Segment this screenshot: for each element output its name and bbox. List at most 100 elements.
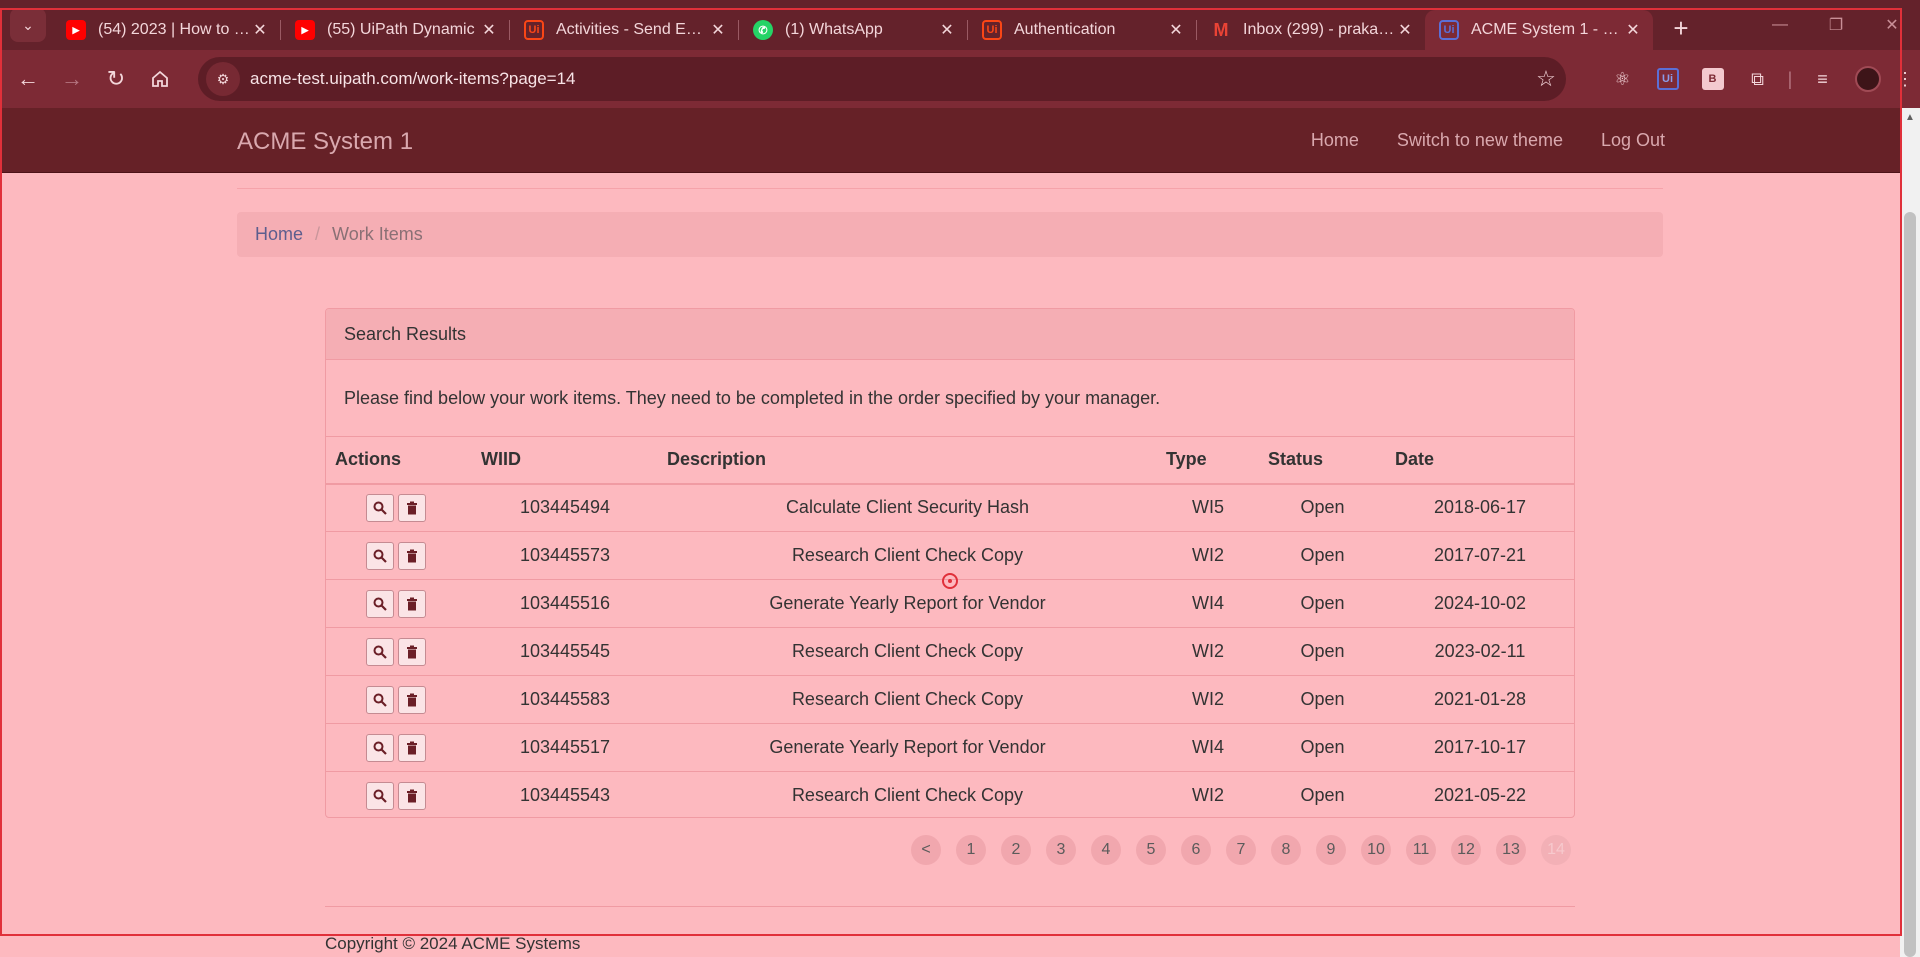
cell-wiid: 103445545: [472, 627, 658, 676]
delete-item-button[interactable]: [398, 493, 426, 522]
pagination-prev-button[interactable]: <: [911, 835, 941, 865]
delete-item-button[interactable]: [398, 541, 426, 570]
trash-icon: [405, 597, 419, 611]
tab-close-icon[interactable]: ✕: [937, 20, 957, 40]
nav-home-link[interactable]: Home: [1311, 130, 1359, 151]
cell-type: WI2: [1157, 771, 1259, 820]
home-icon: [152, 70, 168, 87]
header-type: Type: [1157, 436, 1259, 485]
breadcrumb-separator: /: [315, 224, 321, 244]
pagination-page-13[interactable]: 13: [1496, 835, 1526, 865]
cell-description: Research Client Check Copy: [658, 531, 1157, 580]
delete-item-button[interactable]: [398, 733, 426, 762]
whatsapp-icon: ✆: [753, 20, 773, 40]
browser-tab[interactable]: ✆ (1) WhatsApp ✕: [739, 10, 967, 50]
browser-tab[interactable]: Ui Activities - Send Ema ✕: [510, 10, 738, 50]
tab-search-button[interactable]: ⌄: [10, 8, 46, 42]
tab-title: Inbox (299) - prakash: [1243, 21, 1395, 38]
browser-tab[interactable]: Ui Authentication ✕: [968, 10, 1196, 50]
pagination-page-5[interactable]: 5: [1136, 835, 1166, 865]
tab-close-icon[interactable]: ✕: [1623, 20, 1643, 40]
pagination-page-3[interactable]: 3: [1046, 835, 1076, 865]
pagination-page-10[interactable]: 10: [1361, 835, 1391, 865]
address-bar[interactable]: ⚙ acme-test.uipath.com/work-items?page=1…: [198, 57, 1566, 101]
uipath-icon: Ui: [1439, 20, 1459, 40]
browser-tab[interactable]: ▶ (55) UiPath Dynamic ✕: [281, 10, 509, 50]
browser-tab[interactable]: Ui ACME System 1 - Wo ✕: [1425, 10, 1653, 50]
kebab-menu-icon[interactable]: ⋮: [1890, 69, 1920, 90]
pagination-page-8[interactable]: 8: [1271, 835, 1301, 865]
forward-button[interactable]: →: [50, 57, 94, 101]
pagination-page-12[interactable]: 12: [1451, 835, 1481, 865]
search-results-panel: Search Results Please find below your wo…: [325, 308, 1575, 820]
search-icon: [373, 741, 387, 755]
site-settings-icon[interactable]: ⚙: [206, 62, 240, 96]
reload-button[interactable]: ↻: [94, 57, 138, 101]
view-item-button[interactable]: [366, 637, 394, 666]
tab-close-icon[interactable]: ✕: [479, 20, 499, 40]
delete-item-button[interactable]: [398, 637, 426, 666]
view-item-button[interactable]: [366, 733, 394, 762]
page-scrollbar[interactable]: ▲: [1900, 108, 1920, 957]
row-actions: [326, 627, 472, 676]
row-actions: [326, 483, 472, 532]
scrollbar-thumb[interactable]: [1904, 212, 1916, 957]
trash-icon: [405, 549, 419, 563]
uipath-extension-icon[interactable]: Ui: [1645, 68, 1690, 90]
delete-item-button[interactable]: [398, 589, 426, 618]
cell-wiid: 103445573: [472, 531, 658, 580]
extensions-puzzle-icon[interactable]: ⧉: [1735, 69, 1780, 90]
browser-tab[interactable]: M Inbox (299) - prakash ✕: [1197, 10, 1425, 50]
bookmark-star-icon[interactable]: ☆: [1526, 66, 1566, 92]
cell-wiid: 103445517: [472, 723, 658, 772]
minimize-icon[interactable]: —: [1752, 0, 1808, 50]
pagination-page-7[interactable]: 7: [1226, 835, 1256, 865]
pagination-page-2[interactable]: 2: [1001, 835, 1031, 865]
b-extension-icon[interactable]: B: [1690, 68, 1735, 90]
tab-close-icon[interactable]: ✕: [708, 20, 728, 40]
delete-item-button[interactable]: [398, 685, 426, 714]
youtube-icon: ▶: [295, 20, 315, 40]
reload-icon: ↻: [106, 66, 126, 91]
chevron-down-icon: ⌄: [22, 16, 34, 33]
delete-item-button[interactable]: [398, 781, 426, 810]
view-item-button[interactable]: [366, 493, 394, 522]
pagination-page-9[interactable]: 9: [1316, 835, 1346, 865]
nav-switch-theme-link[interactable]: Switch to new theme: [1397, 130, 1563, 151]
tab-close-icon[interactable]: ✕: [1395, 20, 1415, 40]
view-item-button[interactable]: [366, 685, 394, 714]
scroll-up-icon[interactable]: ▲: [1904, 112, 1916, 123]
pagination-page-4[interactable]: 4: [1091, 835, 1121, 865]
view-item-button[interactable]: [366, 541, 394, 570]
close-window-icon[interactable]: ✕: [1864, 0, 1920, 50]
trash-icon: [405, 501, 419, 515]
search-icon: [373, 693, 387, 707]
pagination-page-6[interactable]: 6: [1181, 835, 1211, 865]
home-button[interactable]: [138, 57, 182, 101]
pagination-page-11[interactable]: 11: [1406, 835, 1436, 865]
tab-title: (1) WhatsApp: [785, 21, 883, 38]
tab-close-icon[interactable]: ✕: [250, 20, 270, 40]
nav-logout-link[interactable]: Log Out: [1601, 130, 1665, 151]
gmail-icon: M: [1213, 19, 1229, 40]
brand-logo-text[interactable]: ACME System 1: [237, 128, 413, 156]
pagination-page-1[interactable]: 1: [956, 835, 986, 865]
react-devtools-icon[interactable]: ⚛: [1600, 69, 1645, 90]
back-button[interactable]: ←: [6, 57, 50, 101]
profile-avatar[interactable]: [1845, 66, 1890, 92]
cell-date: 2017-10-17: [1386, 723, 1574, 772]
new-tab-button[interactable]: +: [1661, 13, 1701, 44]
trash-icon: [405, 693, 419, 707]
restore-icon[interactable]: ❐: [1808, 0, 1864, 50]
view-item-button[interactable]: [366, 589, 394, 618]
browser-tab[interactable]: ▶ (54) 2023 | How to se ✕: [52, 10, 280, 50]
view-item-button[interactable]: [366, 781, 394, 810]
url-text[interactable]: acme-test.uipath.com/work-items?page=14: [250, 69, 1526, 89]
pagination-page-14[interactable]: 14: [1541, 835, 1571, 865]
media-control-icon[interactable]: ≡: [1800, 69, 1845, 90]
tab-strip: ▶ (54) 2023 | How to se ✕ ▶ (55) UiPath Dyna…: [52, 10, 1653, 50]
cell-type: WI2: [1157, 627, 1259, 676]
breadcrumb-home-link[interactable]: Home: [255, 224, 303, 245]
cell-type: WI2: [1157, 675, 1259, 724]
tab-close-icon[interactable]: ✕: [1166, 20, 1186, 40]
